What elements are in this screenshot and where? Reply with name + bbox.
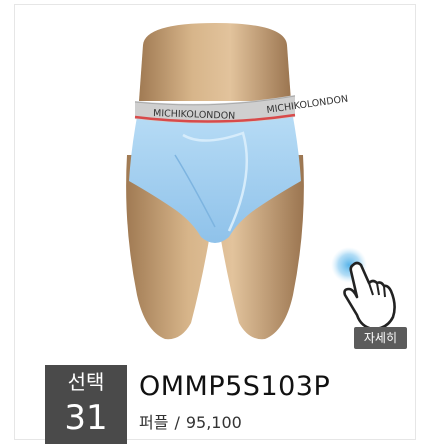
- product-card[interactable]: MICHIKOLONDON MICHIKOLONDON 자세히 선택 31 OM…: [14, 4, 416, 444]
- product-price: 95,100: [185, 413, 242, 432]
- separator: /: [174, 413, 180, 432]
- price-line: 퍼플 / 95,100: [139, 412, 242, 434]
- pointing-hand-icon: [343, 261, 396, 331]
- product-code[interactable]: OMMP5S103P: [139, 369, 330, 405]
- product-image: MICHIKOLONDON MICHIKOLONDON: [126, 23, 396, 340]
- product-photo[interactable]: MICHIKOLONDON MICHIKOLONDON 자세히: [15, 5, 415, 351]
- mannequin-torso: [139, 23, 291, 101]
- choice-number-badge: 선택 31: [45, 365, 127, 444]
- detail-button[interactable]: 자세히: [353, 327, 407, 349]
- choice-label: 선택: [67, 370, 105, 394]
- product-color: 퍼플: [139, 413, 169, 432]
- choice-number: 31: [64, 398, 108, 438]
